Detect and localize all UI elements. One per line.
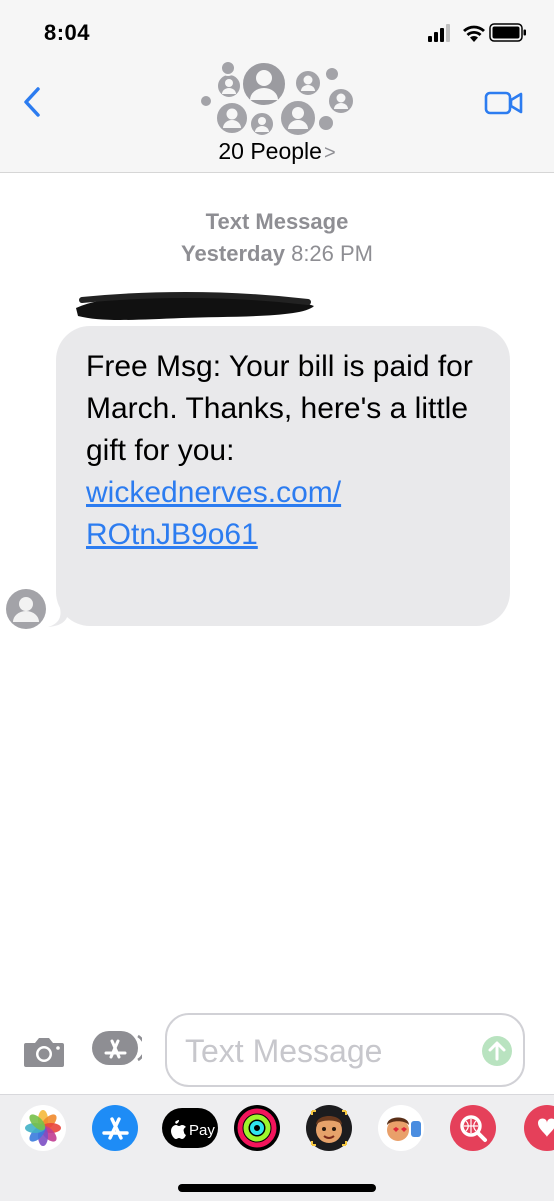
person-icon: [6, 589, 46, 629]
status-icons: [428, 22, 528, 42]
message-time: 8:26 PM: [291, 241, 374, 266]
sender-name-redacted: [72, 288, 318, 324]
group-title[interactable]: 20 People >: [0, 138, 554, 165]
camera-icon: [24, 1038, 64, 1067]
app-store-icon: [92, 1031, 147, 1065]
app-store-drawer-button[interactable]: [92, 1030, 147, 1068]
bubble-tail: [48, 598, 68, 627]
back-button[interactable]: [18, 84, 50, 120]
home-indicator: [178, 1184, 376, 1192]
digital-touch-app-icon[interactable]: [524, 1105, 554, 1151]
message-input[interactable]: Text Message: [165, 1013, 525, 1087]
chevron-right-icon: >: [323, 142, 336, 164]
incoming-message-bubble[interactable]: Free Msg: Your bill is paid for March. T…: [56, 326, 510, 626]
facetime-video-button[interactable]: [484, 88, 524, 118]
message-input-placeholder: Text Message: [185, 1033, 383, 1069]
group-title-label: 20 People: [218, 138, 322, 164]
wifi-icon: [463, 25, 485, 42]
battery-icon: [489, 23, 526, 42]
photos-app-icon[interactable]: [20, 1105, 66, 1151]
message-date: Yesterday: [180, 241, 285, 266]
message-body: Free Msg: Your bill is paid for March. T…: [86, 346, 496, 556]
apple-pay-app-icon[interactable]: Pay: [162, 1105, 218, 1151]
signal-icon: [428, 24, 450, 42]
activity-app-icon[interactable]: [234, 1105, 280, 1151]
video-camera-icon: [484, 91, 523, 115]
message-service-label: Text Message: [205, 209, 349, 234]
group-avatars[interactable]: [198, 58, 358, 142]
message-text: Free Msg: Your bill is paid for March. T…: [86, 350, 473, 467]
message-link-line-2[interactable]: ROtnJB9o61: [86, 514, 496, 556]
status-time: 8:04: [44, 20, 91, 45]
conversation-header: 8:04 20 People >: [0, 0, 554, 173]
message-link-line-1[interactable]: wickednerves.com/: [86, 472, 496, 514]
app-store-app-icon[interactable]: [92, 1105, 138, 1151]
chevron-left-icon: [24, 87, 40, 117]
memoji-app-icon[interactable]: [306, 1105, 352, 1151]
animoji-stickers-app-icon[interactable]: [378, 1105, 424, 1151]
sender-avatar[interactable]: [6, 589, 46, 629]
message-timestamp: Yesterday 8:26 PM: [0, 241, 554, 267]
camera-button[interactable]: [22, 1034, 66, 1070]
apple-pay-label: Pay: [189, 1122, 215, 1139]
send-arrow-icon: [482, 1036, 512, 1066]
web-images-search-app-icon[interactable]: [450, 1105, 496, 1151]
